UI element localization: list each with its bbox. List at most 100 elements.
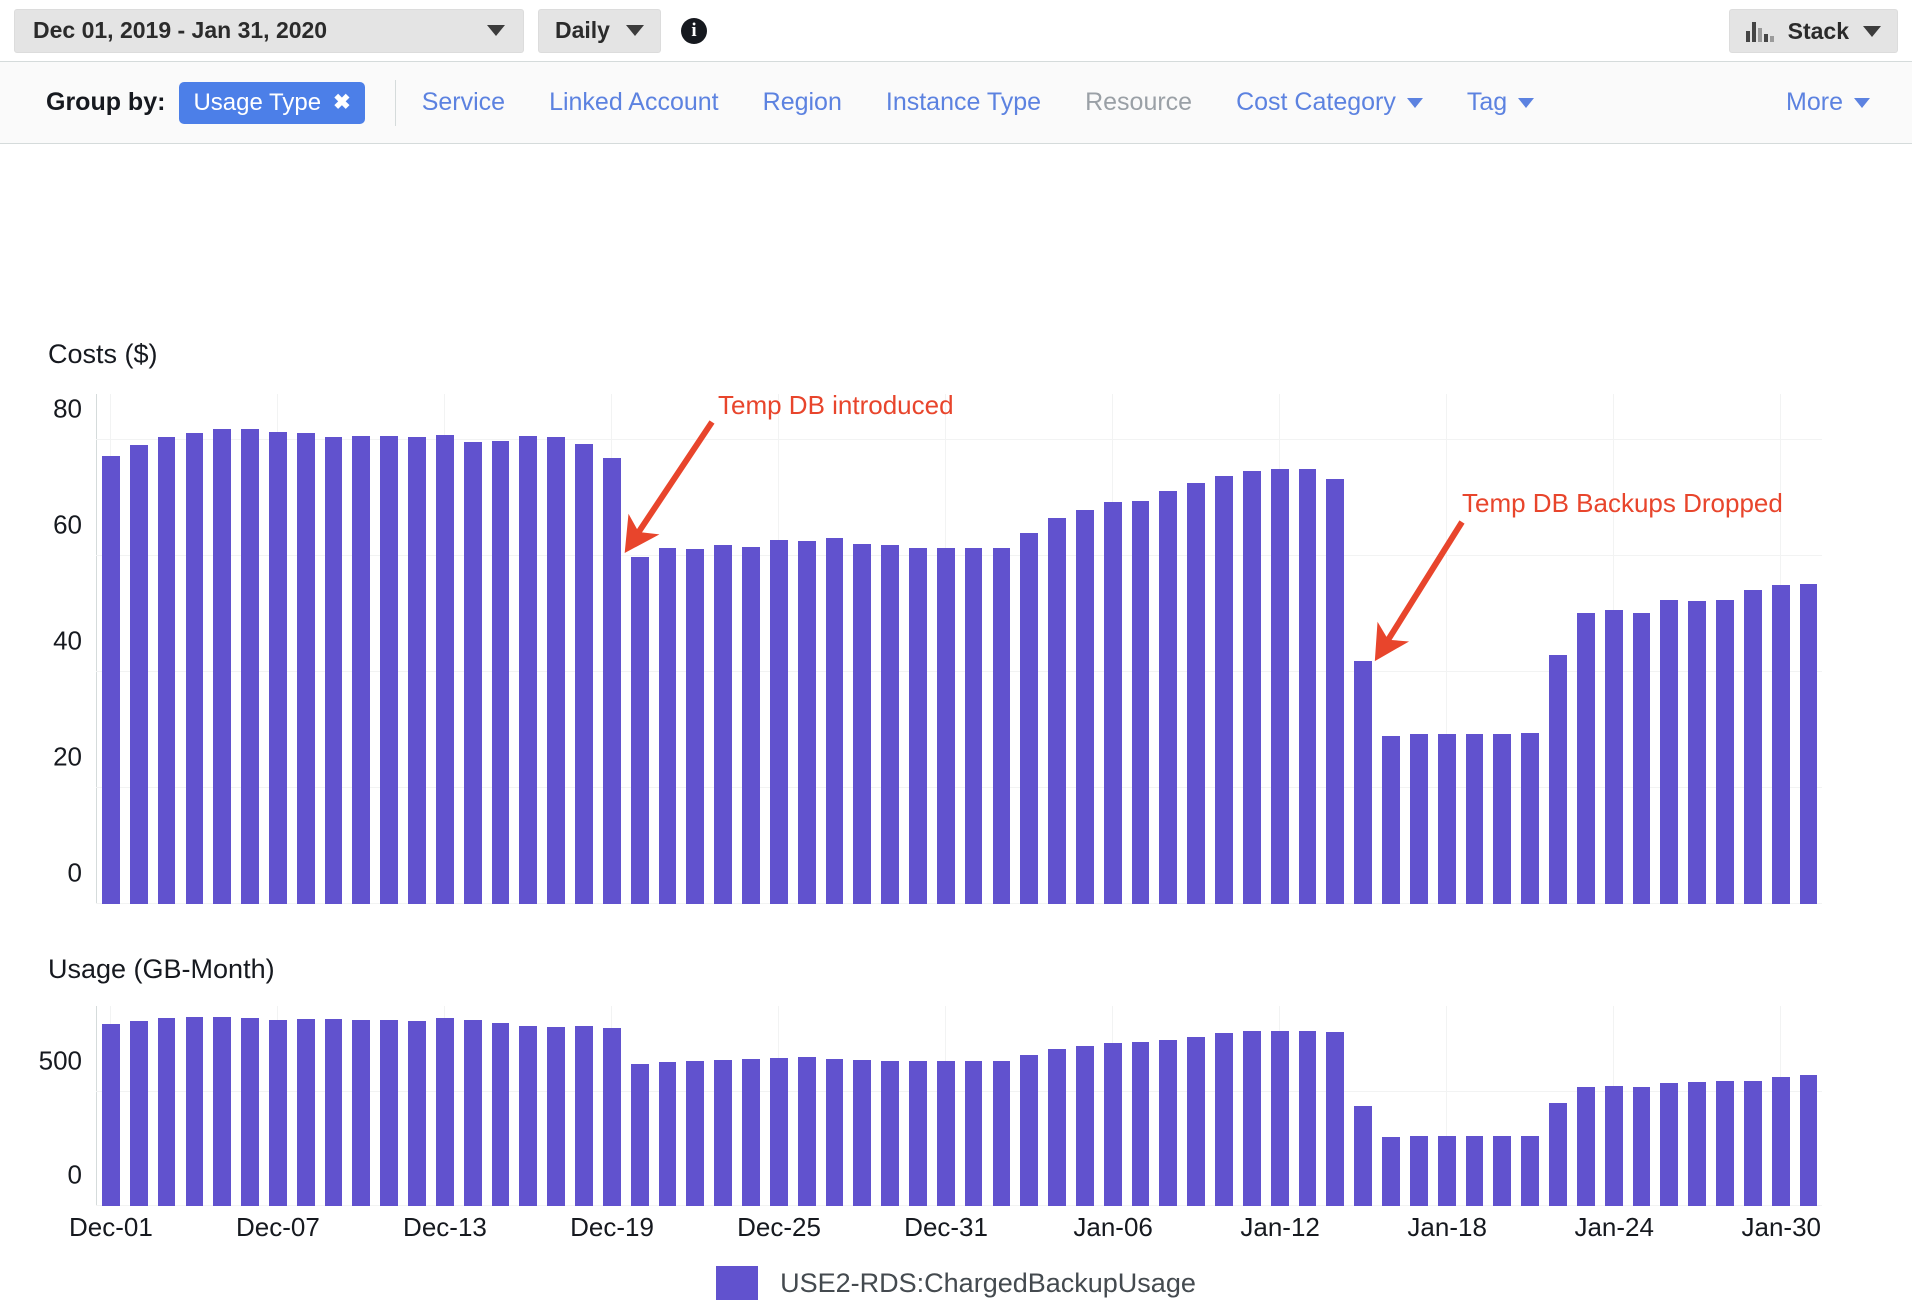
bar[interactable] xyxy=(185,1016,204,1206)
date-range-picker[interactable]: Dec 01, 2019 - Jan 31, 2020 xyxy=(14,8,524,53)
bar-slot[interactable] xyxy=(1099,394,1127,904)
bar-slot[interactable] xyxy=(1071,394,1099,904)
bar[interactable] xyxy=(268,1019,287,1206)
bar[interactable] xyxy=(1576,613,1595,904)
bar-slot[interactable] xyxy=(514,394,542,904)
bar-slot[interactable] xyxy=(848,394,876,904)
bar[interactable] xyxy=(157,437,176,904)
bar-slot[interactable] xyxy=(375,1006,403,1206)
bar-slot[interactable] xyxy=(208,1006,236,1206)
bar-slot[interactable] xyxy=(598,1006,626,1206)
bar-slot[interactable] xyxy=(347,1006,375,1206)
info-icon[interactable]: i xyxy=(680,17,707,44)
bar-slot[interactable] xyxy=(570,394,598,904)
bar[interactable] xyxy=(714,545,733,904)
bar[interactable] xyxy=(491,440,510,904)
bar[interactable] xyxy=(519,435,538,904)
bar-slot[interactable] xyxy=(1488,394,1516,904)
bar[interactable] xyxy=(936,548,955,904)
bar-slot[interactable] xyxy=(1154,1006,1182,1206)
bar[interactable] xyxy=(797,1057,816,1206)
bar-slot[interactable] xyxy=(1739,1006,1767,1206)
bar[interactable] xyxy=(1716,1081,1734,1206)
bar[interactable] xyxy=(658,548,677,904)
bar[interactable] xyxy=(909,547,927,904)
bar[interactable] xyxy=(157,1017,176,1206)
group-by-option-service[interactable]: Service xyxy=(422,88,505,117)
group-by-option-cost-category[interactable]: Cost Category xyxy=(1236,88,1423,117)
bar[interactable] xyxy=(129,1021,148,1206)
bar-slot[interactable] xyxy=(1377,394,1405,904)
bar-slot[interactable] xyxy=(403,394,431,904)
bar-slot[interactable] xyxy=(681,1006,709,1206)
bar[interactable] xyxy=(1020,1054,1039,1206)
bar[interactable] xyxy=(408,436,426,904)
bar[interactable] xyxy=(352,435,371,904)
bar[interactable] xyxy=(1465,1135,1484,1206)
bar[interactable] xyxy=(992,548,1011,904)
bar-slot[interactable] xyxy=(459,394,487,904)
bar[interactable] xyxy=(575,444,593,904)
bar[interactable] xyxy=(1076,509,1094,904)
group-by-more[interactable]: More xyxy=(1786,88,1870,117)
bar-slot[interactable] xyxy=(626,1006,654,1206)
group-by-option-region[interactable]: Region xyxy=(763,88,842,117)
bar-slot[interactable] xyxy=(180,394,208,904)
bar[interactable] xyxy=(1688,600,1707,904)
bar-slot[interactable] xyxy=(932,1006,960,1206)
bar[interactable] xyxy=(1493,1136,1512,1206)
group-by-option-instance-type[interactable]: Instance Type xyxy=(886,88,1041,117)
bar[interactable] xyxy=(380,1020,399,1206)
bar-slot[interactable] xyxy=(542,394,570,904)
bar-slot[interactable] xyxy=(375,394,403,904)
bar-slot[interactable] xyxy=(1516,394,1544,904)
bar-slot[interactable] xyxy=(821,394,849,904)
bar[interactable] xyxy=(964,547,983,904)
bar-slot[interactable] xyxy=(236,394,264,904)
bar-slot[interactable] xyxy=(960,394,988,904)
bar[interactable] xyxy=(1298,1031,1317,1206)
group-by-pill-usage-type[interactable]: Usage Type ✖ xyxy=(179,81,365,124)
bar[interactable] xyxy=(324,1019,343,1206)
bar-slot[interactable] xyxy=(1266,394,1294,904)
bar-slot[interactable] xyxy=(1349,394,1377,904)
bar-slot[interactable] xyxy=(347,394,375,904)
bar-slot[interactable] xyxy=(1488,1006,1516,1206)
bar-slot[interactable] xyxy=(153,1006,181,1206)
bar[interactable] xyxy=(1632,613,1651,904)
bar-slot[interactable] xyxy=(292,394,320,904)
bar-slot[interactable] xyxy=(97,394,125,904)
bar-slot[interactable] xyxy=(487,394,515,904)
bar[interactable] xyxy=(881,545,899,904)
bar-slot[interactable] xyxy=(1433,1006,1461,1206)
bar-slot[interactable] xyxy=(1461,394,1489,904)
bar-slot[interactable] xyxy=(1294,394,1322,904)
bar[interactable] xyxy=(630,1063,649,1206)
bar-slot[interactable] xyxy=(681,394,709,904)
bar-slot[interactable] xyxy=(1321,1006,1349,1206)
bar[interactable] xyxy=(658,1061,677,1206)
bar[interactable] xyxy=(881,1060,899,1206)
bar[interactable] xyxy=(769,1057,788,1206)
bar-slot[interactable] xyxy=(1238,394,1266,904)
bar[interactable] xyxy=(1103,1042,1122,1206)
group-by-option-tag[interactable]: Tag xyxy=(1467,88,1535,117)
bar[interactable] xyxy=(547,436,566,904)
bar[interactable] xyxy=(825,1058,844,1206)
bar-slot[interactable] xyxy=(1405,394,1433,904)
close-icon[interactable]: ✖ xyxy=(333,90,351,115)
bar-slot[interactable] xyxy=(793,394,821,904)
bar[interactable] xyxy=(1270,469,1289,904)
bar[interactable] xyxy=(1354,1106,1373,1206)
bar[interactable] xyxy=(630,557,649,904)
bar-slot[interactable] xyxy=(1210,1006,1238,1206)
bar-slot[interactable] xyxy=(654,1006,682,1206)
bar-slot[interactable] xyxy=(988,394,1016,904)
bar[interactable] xyxy=(1187,1037,1206,1206)
bar[interactable] xyxy=(1437,1136,1456,1206)
bar[interactable] xyxy=(519,1026,538,1206)
bar-slot[interactable] xyxy=(1405,1006,1433,1206)
bar[interactable] xyxy=(742,1059,760,1206)
bar-slot[interactable] xyxy=(988,1006,1016,1206)
bar-slot[interactable] xyxy=(626,394,654,904)
